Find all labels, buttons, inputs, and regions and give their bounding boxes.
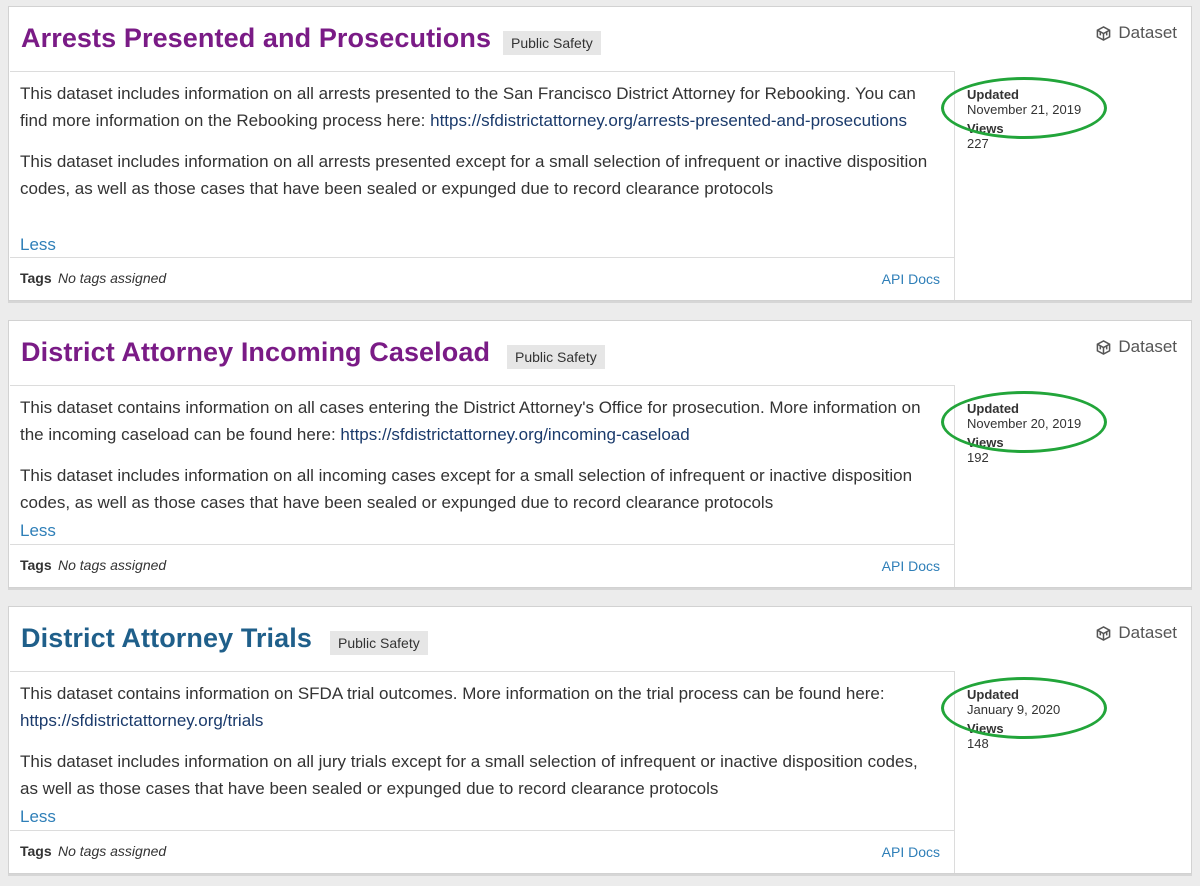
updated-date: November 21, 2019 [967,102,1082,117]
tags-row: Tags No tags assigned API Docs [10,544,954,587]
category-badge[interactable]: Public Safety [503,31,601,55]
cube-icon [1097,625,1111,641]
description-text-secondary: This dataset includes information on all… [20,152,928,198]
tags-label: Tags [20,843,52,859]
updated-label: Updated [967,87,1019,102]
views-label: Views [967,121,1004,136]
api-docs-link[interactable]: API Docs [882,271,940,287]
tags-row: Tags No tags assigned API Docs [10,257,954,300]
category-badge[interactable]: Public Safety [330,631,428,655]
dataset-type-label: Dataset [1096,623,1177,643]
tags-label: Tags [20,270,52,286]
updated-date: January 9, 2020 [967,702,1061,717]
description: This dataset contains information on all… [20,394,940,530]
metadata-panel: Updated November 20, 2019 Views 192 [967,401,1167,465]
card-body: This dataset includes information on all… [10,71,955,300]
tags-value: No tags assigned [58,270,167,286]
description-link[interactable]: https://sfdistrictattorney.org/incoming-… [340,425,689,444]
dataset-title-link[interactable]: District Attorney Incoming Caseload [21,337,490,368]
card-header: District Attorney Incoming Caseload Publ… [9,321,1191,385]
updated-date: November 20, 2019 [967,416,1082,431]
views-label: Views [967,435,1004,450]
description-text: This dataset contains information on SFD… [20,684,885,703]
category-badge[interactable]: Public Safety [507,345,605,369]
views-label: Views [967,721,1004,736]
card-header: Arrests Presented and Prosecutions Publi… [9,7,1191,71]
description-link[interactable]: https://sfdistrictattorney.org/arrests-p… [430,111,907,130]
dataset-type-label: Dataset [1096,337,1177,357]
card-body: This dataset contains information on SFD… [10,671,955,873]
dataset-card: District Attorney Incoming Caseload Publ… [8,320,1192,588]
card-body: This dataset contains information on all… [10,385,955,587]
dataset-card: District Attorney Trials Public Safety D… [8,606,1192,874]
description-text-secondary: This dataset includes information on all… [20,466,913,512]
views-count: 192 [967,450,989,465]
less-link[interactable]: Less [20,521,56,541]
card-header: District Attorney Trials Public Safety D… [9,607,1191,671]
tags-label: Tags [20,557,52,573]
metadata-panel: Updated January 9, 2020 Views 148 [967,687,1167,751]
dataset-title-link[interactable]: Arrests Presented and Prosecutions [21,23,491,54]
views-count: 148 [967,736,989,751]
dataset-type-text: Dataset [1118,623,1177,642]
dataset-type-label: Dataset [1096,23,1177,43]
tags-value: No tags assigned [58,843,167,859]
dataset-type-text: Dataset [1118,337,1177,356]
metadata-panel: Updated November 21, 2019 Views 227 [967,87,1167,151]
description-link[interactable]: https://sfdistrictattorney.org/trials [20,711,263,730]
tags-value: No tags assigned [58,557,167,573]
views-count: 227 [967,136,989,151]
tags-row: Tags No tags assigned API Docs [10,830,954,873]
cube-icon [1097,339,1111,355]
dataset-type-text: Dataset [1118,23,1177,42]
dataset-card: Arrests Presented and Prosecutions Publi… [8,6,1192,301]
less-link[interactable]: Less [20,235,56,255]
updated-label: Updated [967,401,1019,416]
api-docs-link[interactable]: API Docs [882,558,940,574]
less-link[interactable]: Less [20,807,56,827]
api-docs-link[interactable]: API Docs [882,844,940,860]
description-text-secondary: This dataset includes information on all… [20,752,918,798]
cube-icon [1097,25,1111,41]
description: This dataset contains information on SFD… [20,680,940,816]
dataset-title-link[interactable]: District Attorney Trials [21,623,312,654]
updated-label: Updated [967,687,1019,702]
description: This dataset includes information on all… [20,80,940,216]
